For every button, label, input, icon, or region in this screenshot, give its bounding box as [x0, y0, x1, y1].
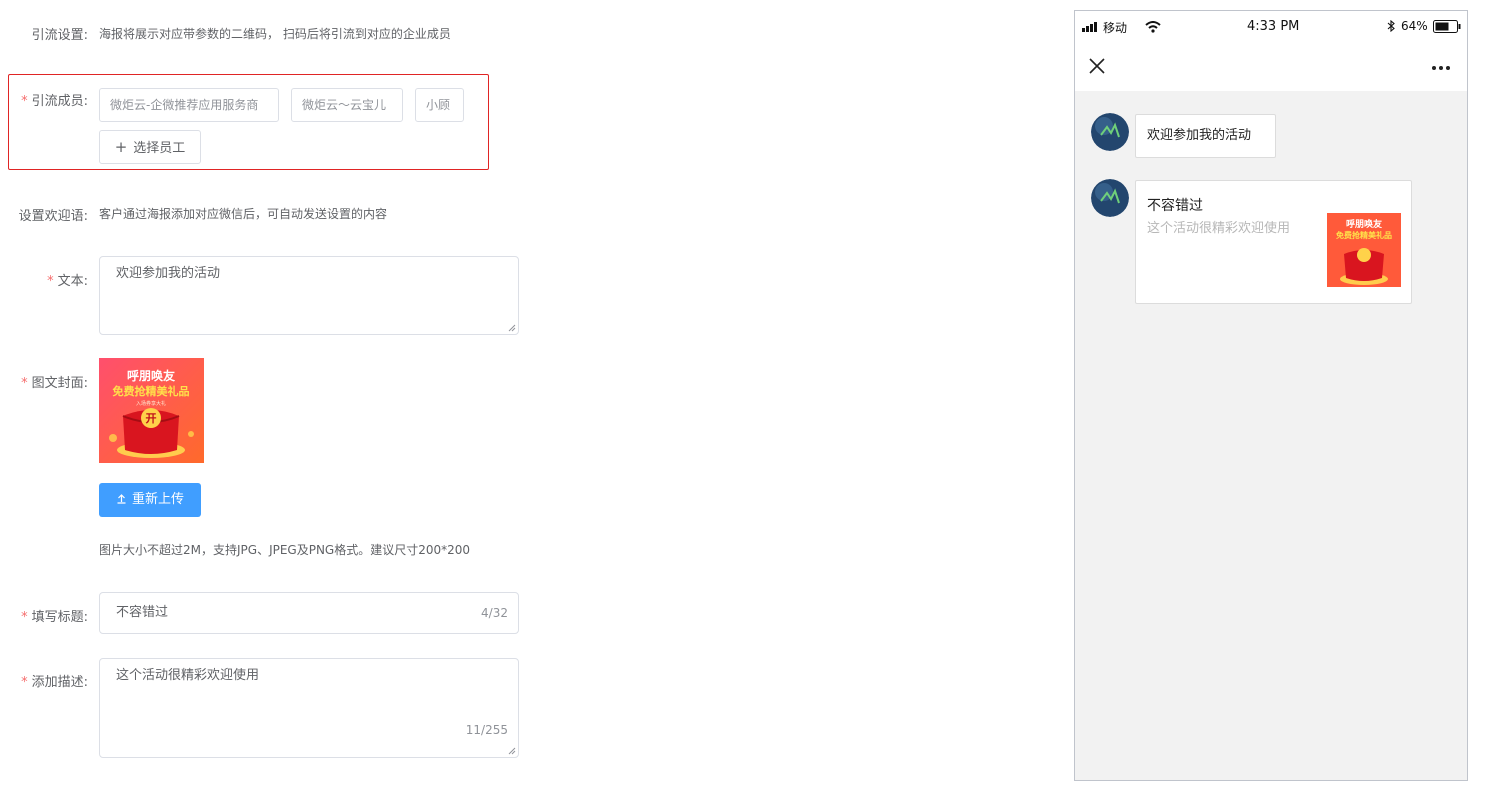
time-text: 4:33 PM	[1247, 19, 1300, 34]
description-label: * 添加描述:	[0, 671, 88, 690]
battery-icon	[1433, 20, 1461, 33]
cover-image-line2: 免费抢精美礼品	[113, 384, 190, 398]
welcome-text-value: 欢迎参加我的活动	[116, 266, 221, 281]
description-value: 这个活动很精彩欢迎使用	[116, 668, 260, 683]
required-mark: *	[21, 94, 28, 109]
bluetooth-icon	[1387, 20, 1395, 32]
guide-settings-label: 引流设置:	[0, 24, 88, 43]
welcome-hint: 客户通过海报添加对应微信后，可自动发送设置的内容	[99, 207, 388, 221]
title-char-count: 4/32	[481, 606, 508, 620]
guide-members-label-text: 引流成员:	[31, 94, 88, 109]
title-input[interactable]: 不容错过 4/32	[99, 592, 519, 634]
description-textarea[interactable]: 这个活动很精彩欢迎使用 11/255	[99, 658, 519, 758]
description-label-text: 添加描述:	[31, 675, 88, 690]
welcome-label-text: 设置欢迎语:	[18, 209, 88, 224]
card-thumbnail-line2: 免费抢精美礼品	[1336, 230, 1392, 240]
plus-icon: +	[114, 138, 128, 156]
card-thumbnail: 呼朋唤友 免费抢精美礼品	[1327, 213, 1401, 287]
cover-image[interactable]: 呼朋唤友 免费抢精美礼品 入场券享大礼 开	[99, 358, 204, 463]
status-bar: 移动 4:33 PM 64%	[1075, 11, 1467, 43]
cover-image-badge: 开	[146, 412, 157, 425]
card-title: 不容错过	[1147, 198, 1203, 214]
cover-image-line1: 呼朋唤友	[127, 368, 175, 383]
cover-label: * 图文封面:	[0, 372, 88, 391]
card-description: 这个活动很精彩欢迎使用	[1147, 221, 1291, 236]
member-tag-2[interactable]: 微炬云～云宝儿	[291, 88, 403, 122]
member-tag-3[interactable]: 小顾	[415, 88, 464, 122]
nav-bar	[1075, 43, 1467, 91]
more-icon[interactable]	[1431, 65, 1451, 71]
resize-handle-icon[interactable]	[508, 747, 516, 755]
required-mark: *	[21, 675, 28, 690]
battery-text: 64%	[1401, 19, 1428, 33]
cover-label-text: 图文封面:	[31, 376, 88, 391]
wifi-icon	[1145, 21, 1161, 33]
title-label: * 填写标题:	[0, 606, 88, 625]
cover-image-small: 入场券享大礼	[136, 400, 166, 407]
signal-icon	[1082, 22, 1097, 32]
text-message-content: 欢迎参加我的活动	[1147, 128, 1252, 143]
welcome-label: 设置欢迎语:	[0, 205, 88, 224]
title-value: 不容错过	[116, 605, 169, 620]
text-message-bubble: 欢迎参加我的活动	[1135, 114, 1276, 158]
avatar	[1091, 113, 1129, 151]
carrier-text: 移动	[1103, 21, 1128, 35]
required-mark: *	[21, 610, 28, 625]
guide-settings-hint: 海报将展示对应带参数的二维码， 扫码后将引流到对应的企业成员	[99, 27, 451, 41]
required-mark: *	[47, 274, 54, 289]
select-staff-button[interactable]: + 选择员工	[99, 130, 201, 164]
text-label: * 文本:	[0, 270, 88, 289]
upload-icon	[117, 494, 126, 504]
cover-hint: 图片大小不超过2M，支持JPG、JPEG及PNG格式。建议尺寸200*200	[99, 543, 471, 557]
link-card-bubble[interactable]: 不容错过 这个活动很精彩欢迎使用 呼朋唤友 免费抢精美礼品	[1135, 180, 1412, 304]
resize-handle-icon[interactable]	[508, 324, 516, 332]
reupload-button[interactable]: 重新上传	[99, 483, 201, 517]
close-icon[interactable]	[1088, 57, 1106, 75]
reupload-label: 重新上传	[131, 492, 184, 507]
guide-members-label: * 引流成员:	[0, 90, 88, 109]
avatar	[1091, 179, 1129, 217]
title-label-text: 填写标题:	[31, 610, 88, 625]
text-label-text: 文本:	[57, 274, 88, 289]
required-mark: *	[21, 376, 28, 391]
description-char-count: 11/255	[465, 723, 508, 737]
member-tag-1[interactable]: 微炬云-企微推荐应用服务商	[99, 88, 279, 122]
welcome-text-textarea[interactable]: 欢迎参加我的活动	[99, 256, 519, 335]
phone-preview: 移动 4:33 PM 64% 欢迎参加我的活动 不容错过 这个活动很精彩欢迎使用	[1074, 10, 1468, 781]
select-staff-label: 选择员工	[133, 141, 186, 156]
card-thumbnail-line1: 呼朋唤友	[1346, 218, 1382, 230]
guide-settings-label-text: 引流设置:	[31, 28, 88, 43]
